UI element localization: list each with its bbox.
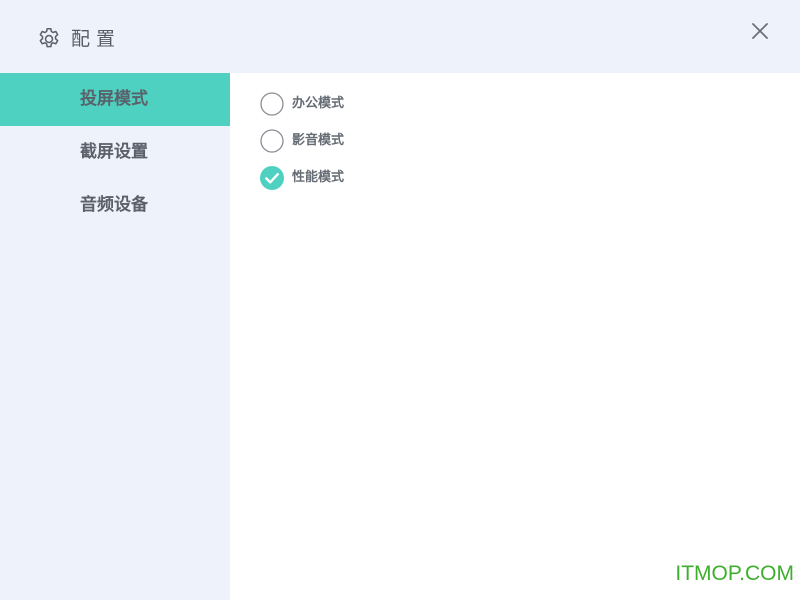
sidebar-item-label: 音频设备 bbox=[80, 195, 148, 215]
radio-label: 性能模式 bbox=[292, 170, 345, 185]
watermark: ITMOP.COM bbox=[675, 562, 794, 585]
window-title: 配置 bbox=[71, 28, 122, 50]
window-title-group: 配置 bbox=[36, 26, 121, 52]
radio-office-mode[interactable]: 办公模式 bbox=[260, 92, 344, 116]
sidebar-item-audio-device[interactable]: 音频设备 bbox=[0, 179, 230, 232]
radio-checked-icon[interactable] bbox=[260, 166, 284, 190]
radio-label: 办公模式 bbox=[292, 96, 345, 111]
radio-performance-mode[interactable]: 性能模式 bbox=[260, 166, 344, 190]
radio-unchecked-icon[interactable] bbox=[260, 92, 284, 116]
title-bar: 配置 bbox=[0, 0, 800, 73]
radio-label: 影音模式 bbox=[292, 133, 345, 148]
close-icon[interactable] bbox=[748, 19, 772, 43]
radio-media-mode[interactable]: 影音模式 bbox=[260, 129, 344, 153]
sidebar-item-label: 投屏模式 bbox=[80, 89, 148, 109]
close-button[interactable] bbox=[748, 19, 772, 43]
sidebar-item-screen-cast-mode[interactable]: 投屏模式 bbox=[0, 73, 230, 126]
sidebar-item-label: 截屏设置 bbox=[80, 142, 148, 162]
sidebar: 投屏模式 截屏设置 音频设备 bbox=[0, 73, 230, 600]
sidebar-item-screenshot-settings[interactable]: 截屏设置 bbox=[0, 126, 230, 179]
gear-icon bbox=[39, 27, 59, 48]
radio-unchecked-icon[interactable] bbox=[260, 129, 284, 153]
